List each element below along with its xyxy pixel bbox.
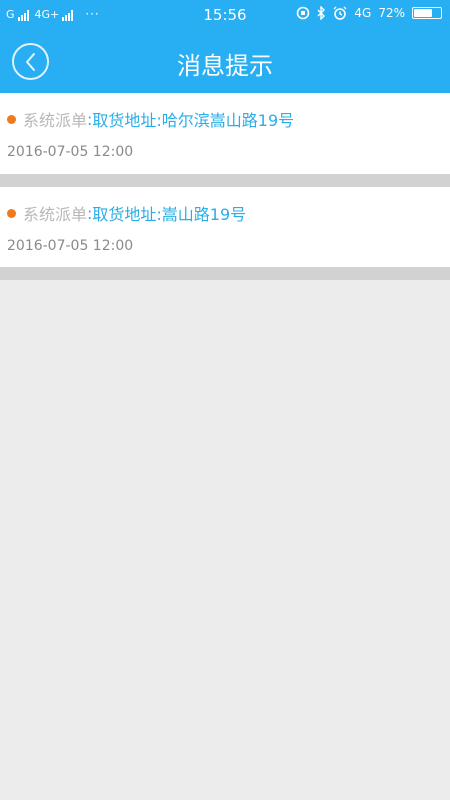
app-header: G 4G+ ··· 15:56 4G 72% 消息提示 [0, 0, 450, 93]
network-type-label: 4G [354, 6, 372, 20]
battery-percent: 72% [378, 6, 405, 20]
status-bar: G 4G+ ··· 15:56 4G 72% [0, 0, 450, 32]
message-headline: 系统派单 : 取货地址:嵩山路19号 [7, 201, 246, 225]
list-divider [0, 267, 450, 280]
status-right-group: 4G 72% [296, 6, 442, 20]
message-time: 2016-07-05 12:00 [7, 144, 134, 160]
message-category: 系统派单 [23, 111, 88, 130]
message-time: 2016-07-05 12:00 [7, 238, 134, 254]
unread-dot-icon [7, 208, 16, 218]
message-item[interactable]: 系统派单 : 取货地址:嵩山路19号 2016-07-05 12:00 [0, 187, 450, 267]
battery-icon [412, 7, 442, 19]
alarm-icon [333, 6, 347, 20]
message-item[interactable]: 系统派单 : 取货地址:哈尔滨嵩山路19号 2016-07-05 12:00 [0, 93, 450, 174]
page-title: 消息提示 [177, 52, 273, 80]
message-headline: 系统派单 : 取货地址:哈尔滨嵩山路19号 [7, 107, 294, 131]
nav-bar: 消息提示 [0, 32, 450, 93]
message-address: 取货地址:嵩山路19号 [92, 205, 247, 224]
bluetooth-icon [317, 6, 326, 20]
message-category: 系统派单 [23, 205, 88, 224]
rotation-lock-icon [297, 6, 310, 20]
unread-dot-icon [7, 114, 16, 124]
message-address: 取货地址:哈尔滨嵩山路19号 [92, 111, 295, 130]
list-divider [0, 174, 450, 187]
